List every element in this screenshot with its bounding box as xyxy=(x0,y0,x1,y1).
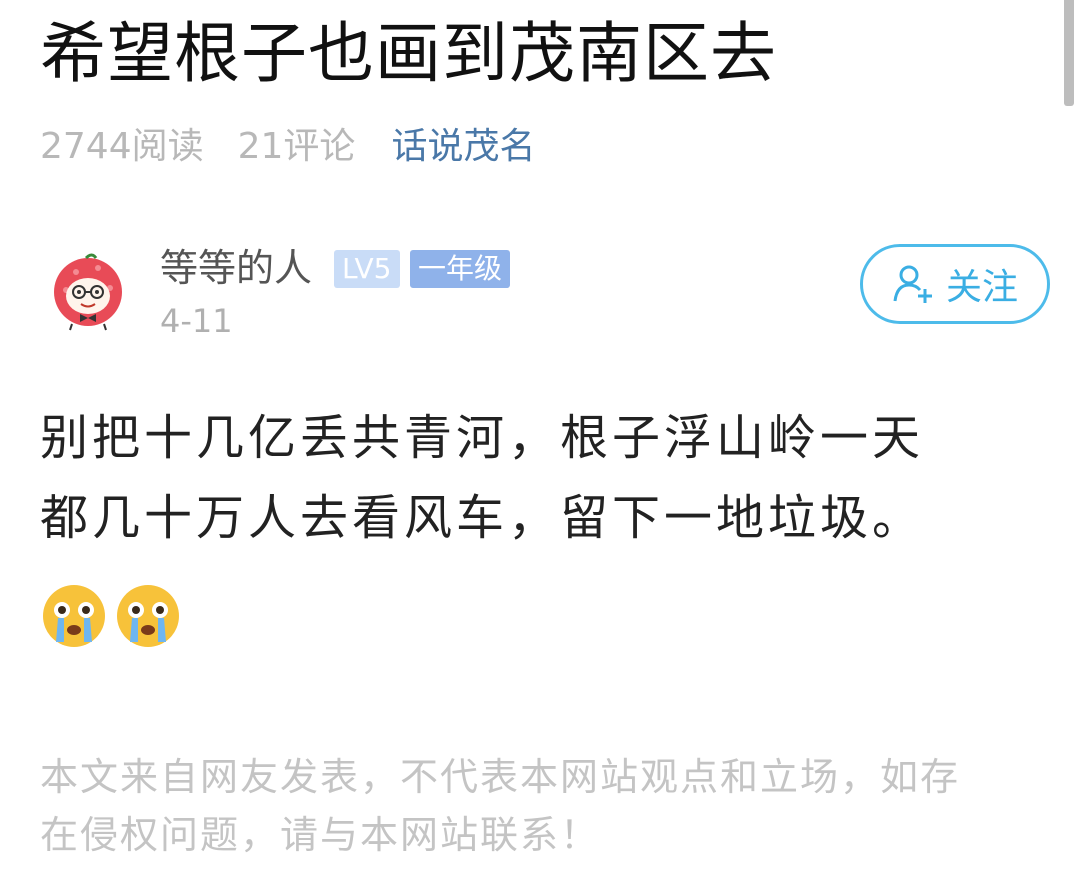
author-name[interactable]: 等等的人 xyxy=(160,240,312,296)
article-meta: 2744阅读 21评论 话说茂名 xyxy=(40,118,535,168)
article-title: 希望根子也画到茂南区去 xyxy=(40,15,777,92)
grade-badge: 一年级 xyxy=(410,250,511,288)
add-user-icon xyxy=(893,265,932,303)
avatar[interactable] xyxy=(48,252,128,332)
post-content-line: 都几十万人去看风车，留下一地垃圾。 xyxy=(40,490,925,546)
follow-button-label: 关注 xyxy=(945,267,1018,308)
level-badge: LV5 xyxy=(334,250,400,288)
disclaimer: 本文来自网友发表，不代表本网站观点和立场，如存 在侵权问题，请与本网站联系！ xyxy=(40,748,1050,864)
lychee-mascot-avatar-icon xyxy=(54,253,122,331)
disclaimer-line: 本文来自网友发表，不代表本网站观点和立场，如存 xyxy=(40,755,961,799)
disclaimer-line: 在侵权问题，请与本网站联系！ xyxy=(40,813,601,857)
author-row: 等等的人 LV5 一年级 4-11 关注 xyxy=(40,236,1050,346)
topic-link[interactable]: 话说茂名 xyxy=(391,117,535,169)
scrollbar[interactable] xyxy=(1064,0,1074,106)
post-content: 别把十几亿丢共青河，根子浮山岭一天 都几十万人去看风车，留下一地垃圾。 xyxy=(40,398,1050,558)
crying-face-emoji-icon xyxy=(117,585,179,647)
emoji-row xyxy=(40,582,188,652)
follow-button[interactable]: 关注 xyxy=(860,244,1050,324)
post-date: 4-11 xyxy=(160,302,233,340)
comment-count[interactable]: 21评论 xyxy=(238,117,356,169)
post-content-line: 别把十几亿丢共青河，根子浮山岭一天 xyxy=(40,410,925,466)
crying-face-emoji-icon xyxy=(43,585,105,647)
read-count: 2744阅读 xyxy=(40,126,204,167)
